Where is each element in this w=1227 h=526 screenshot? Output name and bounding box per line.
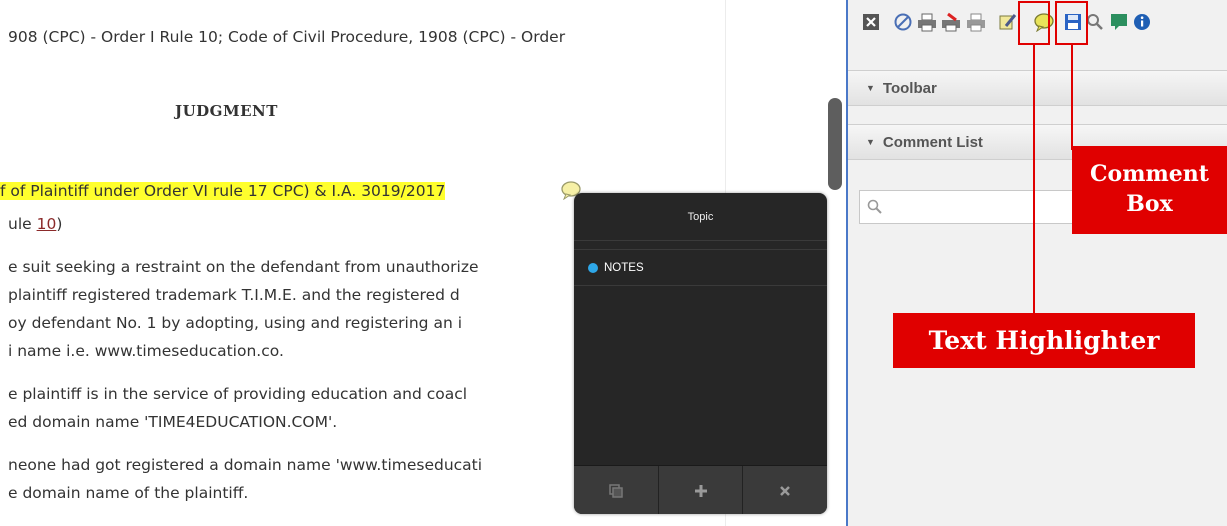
side-panel: ▼ Toolbar ▼ Comment List (846, 0, 1227, 526)
doc-line-1: 908 (CPC) - Order I Rule 10; Code of Civ… (8, 28, 566, 46)
doc-line-6: i name i.e. www.timeseducation.co. (8, 342, 284, 360)
topic-item-notes[interactable]: NOTES (574, 249, 827, 286)
print-gray-icon[interactable] (965, 11, 987, 33)
scrollbar-thumb[interactable] (828, 98, 842, 190)
doc-line-10: e domain name of the plaintiff. (8, 484, 249, 502)
close-icon[interactable] (860, 11, 882, 33)
rule-link[interactable]: 10 (37, 215, 57, 233)
collapse-triangle-icon: ▼ (866, 137, 875, 147)
comment-callout-line-vertical (1071, 45, 1073, 149)
text-highlighter-label: Text Highlighter (893, 313, 1195, 368)
copy-icon (609, 483, 623, 498)
popup-footer (574, 465, 827, 514)
comment-list-section-label: Comment List (882, 133, 983, 151)
collapse-triangle-icon: ▼ (866, 83, 875, 93)
highlighter-callout-line (1033, 45, 1035, 313)
plus-icon (694, 484, 707, 497)
toolbar-section-header[interactable]: ▼ Toolbar (848, 70, 1227, 106)
topic-color-dot (588, 262, 598, 273)
comment-box-label: Comment Box (1072, 146, 1227, 234)
doc-line-3: e suit seeking a restraint on the defend… (8, 258, 479, 276)
copy-button[interactable] (574, 466, 659, 514)
close-popup-button[interactable] (743, 466, 827, 514)
doc-line-5: oy defendant No. 1 by adopting, using an… (8, 314, 462, 332)
highlighted-text[interactable]: f of Plaintiff under Order VI rule 17 CP… (0, 182, 446, 200)
comment-callout-box (1055, 1, 1088, 45)
doc-line-8: ed domain name 'TIME4EDUCATION.COM'. (8, 413, 338, 431)
doc-line-4: plaintiff registered trademark T.I.M.E. … (8, 286, 460, 304)
doc-line-9: neone had got registered a domain name '… (8, 456, 483, 474)
topic-item-label: NOTES (604, 261, 644, 274)
print-icon[interactable] (916, 11, 938, 33)
highlighter-callout-box (1018, 1, 1050, 45)
judgment-title: JUDGMENT (175, 102, 278, 120)
toolbar-section-label: Toolbar (882, 79, 937, 97)
print-red-icon[interactable] (940, 11, 962, 33)
cancel-icon[interactable] (892, 11, 914, 33)
text-highlighter-icon[interactable] (997, 11, 1019, 33)
search-icon (867, 199, 882, 214)
scrollbar-track[interactable] (826, 0, 844, 526)
close-icon (780, 485, 791, 496)
info-icon[interactable] (1131, 11, 1153, 33)
doc-line-2: ule 10) (8, 215, 63, 233)
topic-popup: Topic NOTES (574, 193, 827, 514)
add-topic-button[interactable] (658, 466, 744, 514)
comment-list-icon[interactable] (1108, 11, 1130, 33)
popup-title: Topic (574, 193, 827, 241)
highlighted-line: f of Plaintiff under Order VI rule 17 CP… (0, 182, 446, 200)
doc-line-7: e plaintiff is in the service of providi… (8, 385, 468, 403)
